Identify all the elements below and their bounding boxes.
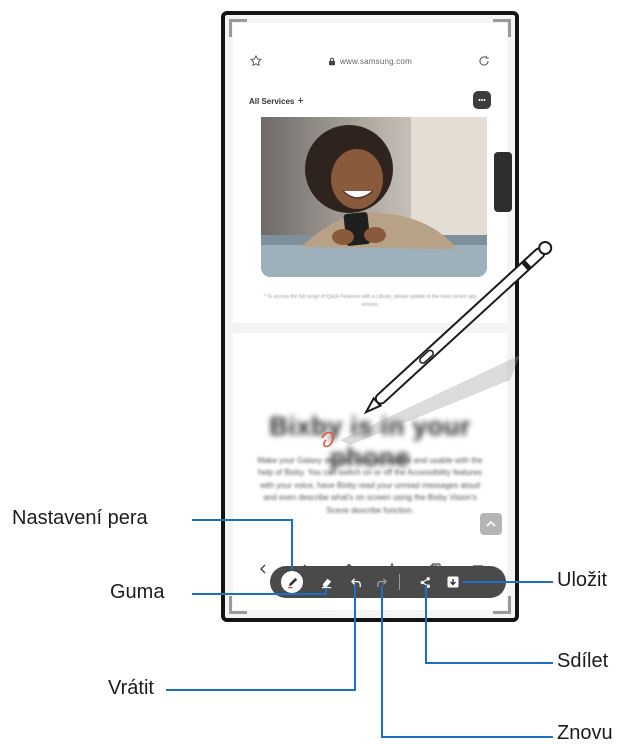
capture-corner-top-right [493,19,511,37]
site-brand-label: All Services [249,97,295,106]
url-text: www.samsung.com [340,56,412,66]
capture-corner-top-left [229,19,247,37]
site-header: All Services + [233,85,507,115]
scroll-to-top-button[interactable] [480,513,502,535]
star-icon[interactable] [247,52,265,70]
chevron-left-icon[interactable] [253,559,273,579]
side-key [494,152,512,212]
capture-corner-bottom-right [493,596,511,614]
chat-icon[interactable] [473,91,491,109]
pen-toolbar [270,566,506,598]
url-bar: www.samsung.com [233,47,507,75]
image-caption: * To access the full range of Quick Feat… [263,294,477,308]
undo-button[interactable] [345,571,367,593]
reload-icon[interactable] [475,52,493,70]
capture-corner-bottom-left [229,596,247,614]
lock-icon [329,57,336,65]
undo-icon [350,577,361,587]
eraser-button[interactable] [315,571,337,593]
callout-save: Uložit [557,569,608,591]
share-button[interactable] [414,571,436,593]
pen-settings-button[interactable] [281,571,303,593]
callout-redo: Znovu [557,722,613,744]
phone-frame: www.samsung.com All Services + * To acce… [221,11,519,622]
eraser-icon [321,578,331,588]
site-brand-plus: + [297,95,304,107]
callout-undo: Vrátit [108,677,154,699]
chevron-up-icon [486,520,496,527]
callout-share: Sdílet [557,650,609,672]
hero-image [261,117,487,277]
redo-icon [376,577,387,587]
toolbar-separator [399,574,400,590]
callout-pen-settings: Nastavení pera [12,507,148,529]
share-icon [420,576,430,588]
save-icon [447,576,459,588]
browser-screen: www.samsung.com All Services + * To acce… [233,23,507,610]
section-body: Make your Galaxy devices more accessible… [257,456,483,515]
callout-eraser: Guma [110,581,165,603]
site-brand[interactable]: All Services + [249,91,304,109]
address-field[interactable]: www.samsung.com [328,57,412,66]
section-divider [233,323,507,333]
save-button[interactable] [442,571,464,593]
redo-button[interactable] [370,571,392,593]
pen-icon [287,577,297,588]
